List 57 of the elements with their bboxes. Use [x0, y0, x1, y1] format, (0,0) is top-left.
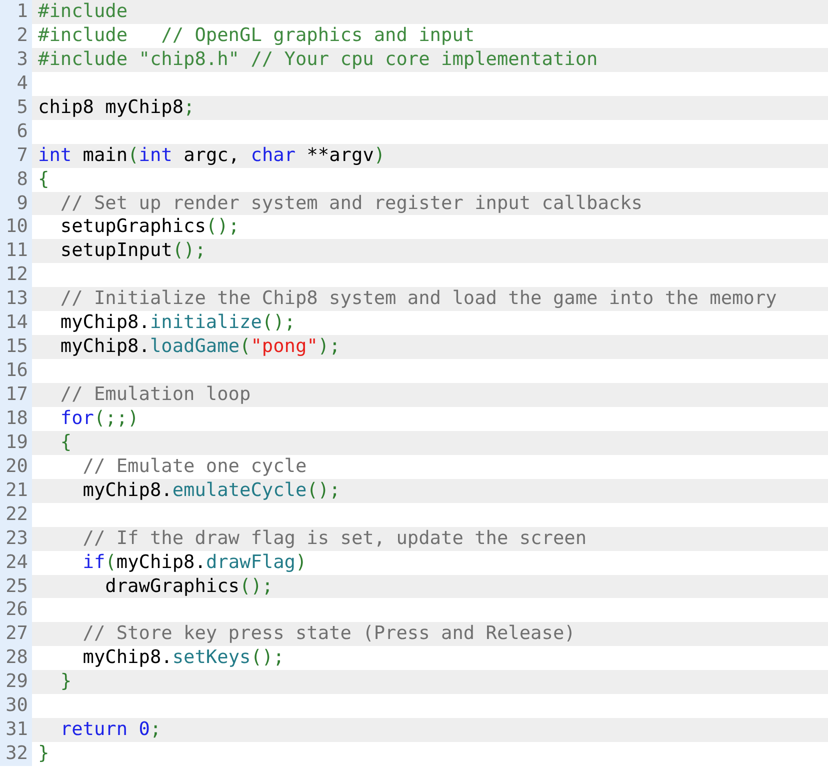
line-number: 6	[16, 120, 28, 142]
line-number: 21	[6, 480, 28, 501]
code-line: // Emulation loop	[59, 384, 251, 405]
code-line: for(;;)	[59, 408, 139, 429]
line-number: 11	[6, 240, 28, 262]
code-line: {	[59, 432, 72, 453]
code-line: // Store key press state (Press and Release)	[82, 623, 576, 644]
code-line: myChip8.emulateCycle();	[82, 480, 340, 501]
line-number: 3	[16, 48, 28, 70]
line-number: 22	[6, 504, 28, 525]
line-number: 26	[6, 599, 28, 620]
code-line: return 0;	[59, 719, 162, 740]
line-number: 1	[16, 1, 28, 22]
line-number: 31	[6, 719, 28, 740]
line-number: 18	[6, 408, 28, 429]
code-line: myChip8.initialize();	[59, 312, 296, 334]
code-line: }	[38, 743, 50, 764]
line-number: 15	[6, 336, 28, 358]
code-line: setupInput();	[59, 240, 206, 262]
code-line: chip8 myChip8;	[38, 96, 195, 118]
code-line: #include	[38, 1, 128, 22]
line-number: 30	[6, 695, 28, 716]
code-line: {	[38, 168, 50, 190]
line-number: 2	[16, 24, 28, 46]
line-number: 24	[6, 552, 28, 573]
line-number: 20	[6, 456, 28, 477]
line-number: 32	[6, 743, 28, 764]
line-number: 9	[16, 192, 28, 214]
line-number: 27	[6, 623, 28, 644]
line-number: 25	[6, 576, 28, 596]
line-number: 4	[16, 72, 28, 94]
line-number: 12	[6, 264, 28, 286]
line-number: 14	[6, 312, 28, 334]
code-line: int main(int argc, char **argv)	[38, 144, 386, 166]
code-line: setupGraphics();	[59, 216, 240, 238]
code-line: myChip8.loadGame("pong");	[59, 336, 340, 358]
code-line: #include // OpenGL graphics and input	[38, 24, 475, 46]
line-number: 17	[6, 384, 28, 405]
code-line: // If the draw flag is set, update the screen	[82, 528, 587, 549]
code-line: // Initialize the Chip8 system and load the game into the memory	[59, 288, 777, 310]
line-number: 29	[6, 671, 28, 692]
code-line: drawGraphics();	[104, 576, 274, 596]
code-line: myChip8.setKeys();	[82, 647, 284, 668]
line-number: 8	[16, 168, 28, 190]
line-number: 19	[6, 432, 28, 453]
code-line: // Set up render system and register input callbacks	[59, 192, 642, 214]
code-line: // Emulate one cycle	[82, 456, 307, 477]
line-number: 23	[6, 528, 28, 549]
line-number: 10	[6, 216, 28, 238]
line-number: 16	[6, 360, 28, 382]
line-number: 7	[16, 144, 28, 166]
code-line: }	[59, 671, 72, 692]
line-number: 28	[6, 647, 28, 668]
code-line: #include "chip8.h" // Your cpu core implementation	[38, 48, 598, 70]
line-number: 13	[6, 288, 28, 310]
line-number: 5	[16, 96, 28, 118]
code-line: if(myChip8.drawFlag)	[82, 552, 307, 573]
